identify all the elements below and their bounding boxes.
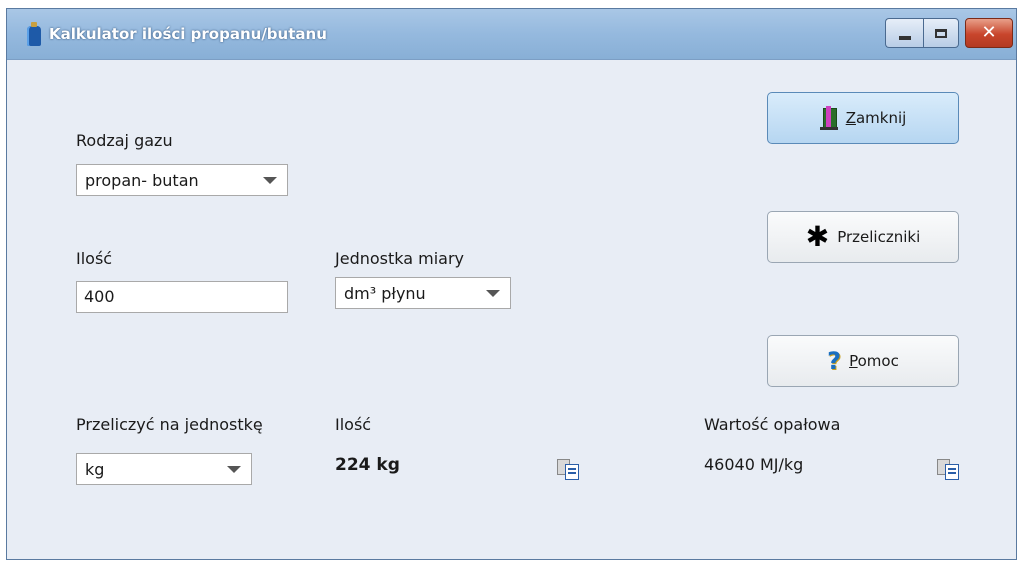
exit-door-icon: [819, 106, 838, 130]
unit-value: dm³ płynu: [344, 284, 426, 303]
chevron-down-icon: [263, 177, 277, 184]
asterisk-icon: ✱: [805, 220, 830, 253]
gas-type-label: Rodzaj gazu: [76, 131, 173, 150]
heating-value: 46040 MJ/kg: [704, 455, 804, 474]
convert-to-label: Przeliczyć na jednostkę: [76, 415, 263, 434]
gas-type-value: propan- butan: [85, 171, 199, 190]
close-window-button[interactable]: ✕: [965, 18, 1013, 48]
result-value: 224 kg: [335, 455, 400, 475]
heating-value-label: Wartość opałowa: [704, 415, 841, 434]
result-label: Ilość: [335, 415, 372, 434]
convert-to-value: kg: [85, 460, 105, 479]
title-bar: Kalkulator ilości propanu/butanu ✕: [7, 9, 1016, 60]
chevron-down-icon: [486, 290, 500, 297]
help-button-label: Pomoc: [849, 352, 899, 370]
convert-to-select[interactable]: kg: [76, 453, 252, 485]
copy-result-icon[interactable]: [557, 459, 579, 480]
close-button[interactable]: Zamknij: [767, 92, 959, 144]
unit-select[interactable]: dm³ płynu: [335, 277, 511, 309]
close-icon: ✕: [981, 22, 997, 43]
close-button-label: Zamknij: [845, 109, 907, 127]
converters-button-label: Przeliczniki: [837, 228, 921, 246]
help-icon: ?: [827, 347, 842, 375]
minimize-icon: [898, 36, 911, 40]
quantity-label: Ilość: [76, 249, 113, 268]
gas-bottle-icon: [27, 22, 41, 46]
calculator-window: Kalkulator ilości propanu/butanu ✕ Rodza…: [6, 8, 1017, 560]
window-title: Kalkulator ilości propanu/butanu: [49, 25, 327, 43]
chevron-down-icon: [227, 466, 241, 473]
minimize-button[interactable]: [885, 18, 923, 48]
help-button[interactable]: ? Pomoc: [767, 335, 959, 387]
maximize-icon: [935, 28, 947, 38]
gas-type-select[interactable]: propan- butan: [76, 164, 288, 196]
converters-button[interactable]: ✱ Przeliczniki: [767, 211, 959, 263]
maximize-button[interactable]: [923, 18, 959, 48]
copy-heating-value-icon[interactable]: [937, 459, 959, 480]
quantity-input[interactable]: 400: [76, 281, 288, 313]
unit-label: Jednostka miary: [335, 249, 465, 268]
